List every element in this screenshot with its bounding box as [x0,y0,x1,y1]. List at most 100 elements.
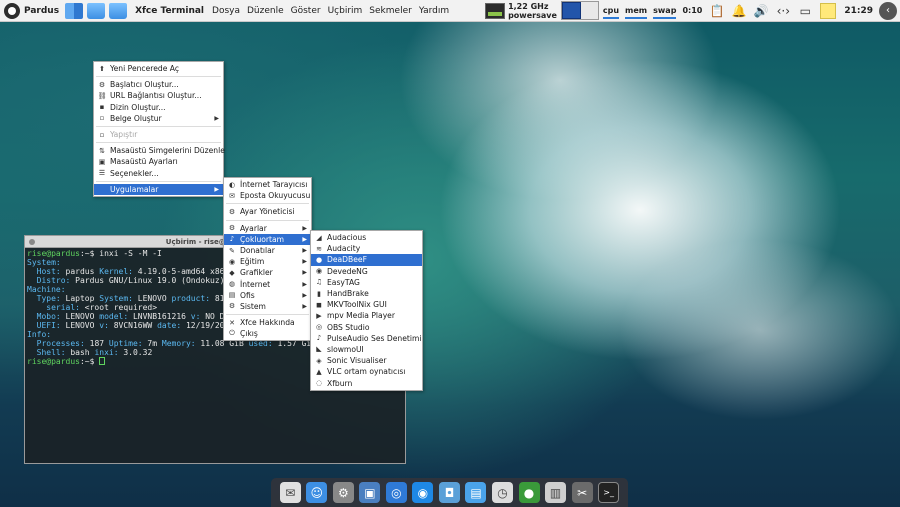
terminal-text: rise@pardus [27,249,80,258]
terminal-text: Mobo: [27,312,66,321]
menu-item-masa-st-simgelerini-d-zenle[interactable]: ⇅ Masaüstü Simgelerini Düzenle [94,145,225,156]
swap-monitor[interactable]: swap [653,6,677,19]
options-icon: ☰ [98,169,106,178]
volume-icon[interactable]: 🔊 [753,3,769,19]
folder-icon[interactable] [109,2,128,19]
menu-item-xfce-hakk-nda[interactable]: ✕ Xfce Hakkında [224,317,311,328]
clock-icon[interactable]: ◷ [492,482,514,503]
menu-item-url-ba-lant-s-olu-tur[interactable]: ⛓ URL Bağlantısı Oluştur... [94,90,223,101]
menu-goster[interactable]: Göster [291,6,321,16]
menu-item-slowmoui[interactable]: ◣ slowmoUI [311,344,422,355]
active-window-title[interactable]: Xfce Terminal [135,6,204,16]
cpu-freq-graph[interactable] [485,2,506,19]
menu-item-i-nternet[interactable]: ◍ İnternet ▶ [224,279,311,290]
paste-icon: ▫ [99,130,105,139]
menu-item-label: Başlatıcı Oluştur... [110,80,179,90]
menu-item-sistem[interactable]: ⚙ Sistem ▶ [224,301,311,312]
notes-icon[interactable] [820,2,837,19]
files-icon[interactable]: ▤ [465,482,487,503]
settings-icon[interactable]: ⚙ [332,482,354,503]
menu-item-label: EasyTAG [327,277,360,287]
chevron-left-icon[interactable]: ‹ [879,1,897,20]
mail-icon[interactable]: ✉ [279,482,301,503]
bell-icon[interactable]: 🔔 [731,3,747,19]
menu-item-donat-lar[interactable]: ✎ Donatılar ▶ [224,245,311,256]
browser-icon[interactable]: ◎ [385,482,407,503]
menu-item-eposta-okuyucusu[interactable]: ✉ Eposta Okuyucusu [224,190,311,201]
menu-item-i-nternet-taray-c-s[interactable]: ◐ İnternet Tarayıcısı [224,179,311,190]
terminal-text: rise@pardus [27,357,80,366]
music-icon[interactable]: ● [518,482,540,503]
terminal-icon[interactable]: >_ [598,482,620,503]
settings-manager-icon: ⚙ [228,207,236,216]
terminal-text: pardus [65,267,100,276]
web-icon[interactable]: ◉ [412,482,434,503]
menu-item-audacious[interactable]: ◢ Audacious [311,232,422,243]
menu-item-okluortam[interactable]: ♪ Çokluortam ▶ [224,233,311,245]
office-icon: ▤ [228,291,236,300]
cpu-governor: powersave [508,10,557,20]
menu-sekmeler[interactable]: Sekmeler [369,6,412,16]
menu-item-label: Ayarlar [240,223,267,233]
menu-item-label: Xfce Hakkında [240,318,295,328]
menu-item-ba-lat-c-olu-tur[interactable]: ⚙ Başlatıcı Oluştur... [94,79,223,90]
system-icon: ⚙ [228,302,236,311]
menu-item-e-itim[interactable]: ◉ Eğitim ▶ [224,256,311,267]
menu-item-label: Uygulamalar [110,184,159,194]
menu-item-label: Seçenekler... [110,168,159,178]
network-icon[interactable]: ‹·› [775,3,791,19]
menu-item-xfburn[interactable]: ◌ Xfburn [311,377,422,388]
menu-item-pulseaudio-ses-denetimi[interactable]: ♪ PulseAudio Ses Denetimi [311,333,422,344]
menu-item-grafikler[interactable]: ◆ Grafikler ▶ [224,267,311,278]
menu-item-ayar-y-neticisi[interactable]: ⚙ Ayar Yöneticisi [224,206,311,217]
workspace-1[interactable] [561,2,581,19]
menu-item-uygulamalar[interactable]: Uygulamalar ▶ [94,183,223,195]
trash-icon[interactable]: ▥ [545,482,567,503]
battery-icon[interactable]: ▭ [797,3,813,19]
finder-icon[interactable] [65,2,84,19]
menu-item-label: DevedeNG [327,266,368,276]
menu-item-audacity[interactable]: ≋ Audacity [311,243,422,254]
terminal-text: LENOVO [65,312,100,321]
menu-ucbirim[interactable]: Uçbirim [328,6,363,16]
menu-item-ofis[interactable]: ▤ Ofis ▶ [224,290,311,301]
menu-item-yeni-pencerede-a[interactable]: ⬆ Yeni Pencerede Aç [94,63,223,74]
menu-item-devedeng[interactable]: ◉ DevedeNG [311,266,422,277]
clock[interactable]: 21:29 [844,6,873,16]
menu-item-mkvtoolnix-gui[interactable]: ◼ MKVToolNix GUI [311,299,422,310]
image-viewer-icon[interactable]: ▣ [359,482,381,503]
cpu-frequency[interactable]: 1,22 GHz powersave [508,2,557,20]
scissors-icon[interactable]: ✂ [571,482,593,503]
folder-icon[interactable] [87,2,106,19]
terminal-text: Distro: [27,276,76,285]
menu-item-k[interactable]: ⏻ Çıkış [224,328,311,339]
menu-item-vlc-ortam-oynat-c-s[interactable]: ▲ VLC ortam oynatıcısı [311,366,422,377]
menu-dosya[interactable]: Dosya [212,6,240,16]
terminal-text: Pardus GNU/Linux 19.0 (Ondokuz) [75,276,225,285]
menu-item-deadbeef[interactable]: ● DeaDBeeF [311,254,422,266]
menu-item-se-enekler[interactable]: ☰ Seçenekler... [94,168,223,179]
menu-item-dizin-olu-tur[interactable]: ▪ Dizin Oluştur... [94,102,223,113]
window-menu-icon[interactable] [29,239,35,245]
cpu-monitor[interactable]: cpu [602,6,620,19]
screenshot-icon[interactable]: ◘ [438,482,460,503]
mem-monitor[interactable]: mem [625,6,648,19]
menu-item-sonic-visualiser[interactable]: ◈ Sonic Visualiser [311,355,422,366]
menu-yardim[interactable]: Yardım [419,6,449,16]
menu-item-label: Eğitim [240,257,265,267]
finder-icon[interactable]: ☺ [306,482,328,503]
menu-duzenle[interactable]: Düzenle [247,6,284,16]
menu-item-yap-t-r[interactable]: ▫ Yapıştır [94,129,223,140]
menu-item-mpv-media-player[interactable]: ▶ mpv Media Player [311,310,422,321]
clipboard-icon[interactable]: 📋 [709,3,725,19]
menu-item-obs-studio[interactable]: ◎ OBS Studio [311,322,422,333]
applications-menu-button[interactable]: Pardus [0,0,63,22]
menu-item-easytag[interactable]: ♫ EasyTAG [311,277,422,288]
menu-separator [226,203,309,205]
menu-item-belge-olu-tur[interactable]: ▫ Belge Oluştur ▶ [94,113,223,124]
terminal-text: Processes: [27,339,90,348]
workspace-switcher[interactable] [560,1,599,20]
menu-item-ayarlar[interactable]: ⚙ Ayarlar ▶ [224,223,311,234]
menu-item-masa-st-ayarlar[interactable]: ▣ Masaüstü Ayarları [94,156,223,167]
menu-item-handbrake[interactable]: ▮ HandBrake [311,288,422,299]
